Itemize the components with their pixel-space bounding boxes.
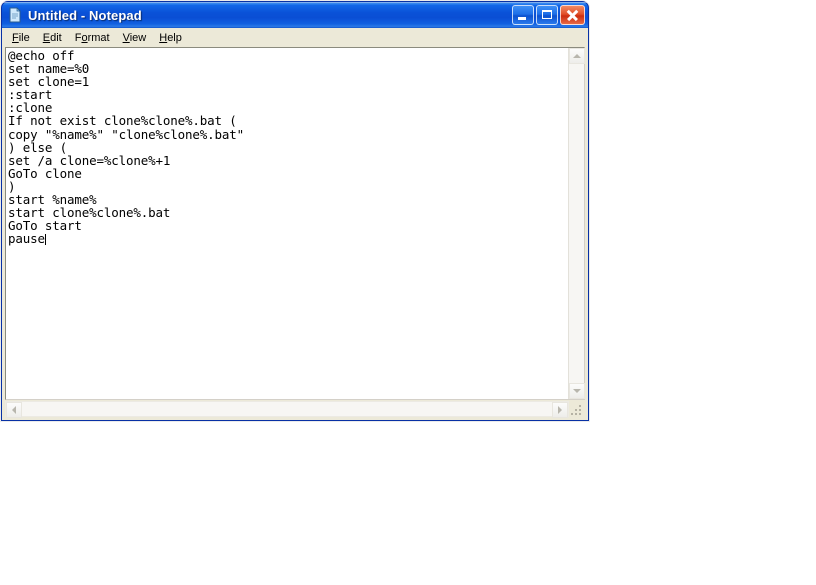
- vertical-scrollbar[interactable]: [568, 48, 585, 399]
- menu-item-help[interactable]: Help: [153, 30, 189, 46]
- horizontal-scrollbar-row: [5, 401, 585, 418]
- window-controls: [512, 5, 585, 25]
- text-caret: [44, 234, 46, 246]
- editor-frame: @echo off set name=%0 set clone=1 :start…: [5, 47, 585, 400]
- menu-item-view[interactable]: View: [117, 30, 154, 46]
- client-area: @echo off set name=%0 set clone=1 :start…: [2, 47, 588, 420]
- scroll-right-button[interactable]: [552, 402, 568, 418]
- title-bar[interactable]: Untitled - Notepad: [2, 2, 588, 28]
- menu-item-file[interactable]: File: [6, 30, 37, 46]
- resize-grip[interactable]: [569, 401, 585, 417]
- close-button[interactable]: [560, 5, 585, 25]
- minimize-button[interactable]: [512, 5, 534, 25]
- maximize-button[interactable]: [536, 5, 558, 25]
- scroll-down-button[interactable]: [569, 383, 585, 399]
- menu-item-format[interactable]: Format: [69, 30, 117, 46]
- menu-bar: File Edit Format View Help: [2, 28, 588, 47]
- horizontal-scrollbar[interactable]: [5, 401, 569, 418]
- scroll-up-button[interactable]: [569, 48, 585, 64]
- menu-item-edit[interactable]: Edit: [37, 30, 69, 46]
- window-title: Untitled - Notepad: [28, 7, 142, 23]
- editor-text: @echo off set name=%0 set clone=1 :start…: [8, 48, 245, 247]
- notepad-window[interactable]: Untitled - Notepad File Edit Format View…: [1, 1, 589, 421]
- scroll-left-button[interactable]: [6, 402, 22, 418]
- notepad-document-icon: [7, 7, 23, 23]
- text-editor-area[interactable]: @echo off set name=%0 set clone=1 :start…: [6, 48, 568, 399]
